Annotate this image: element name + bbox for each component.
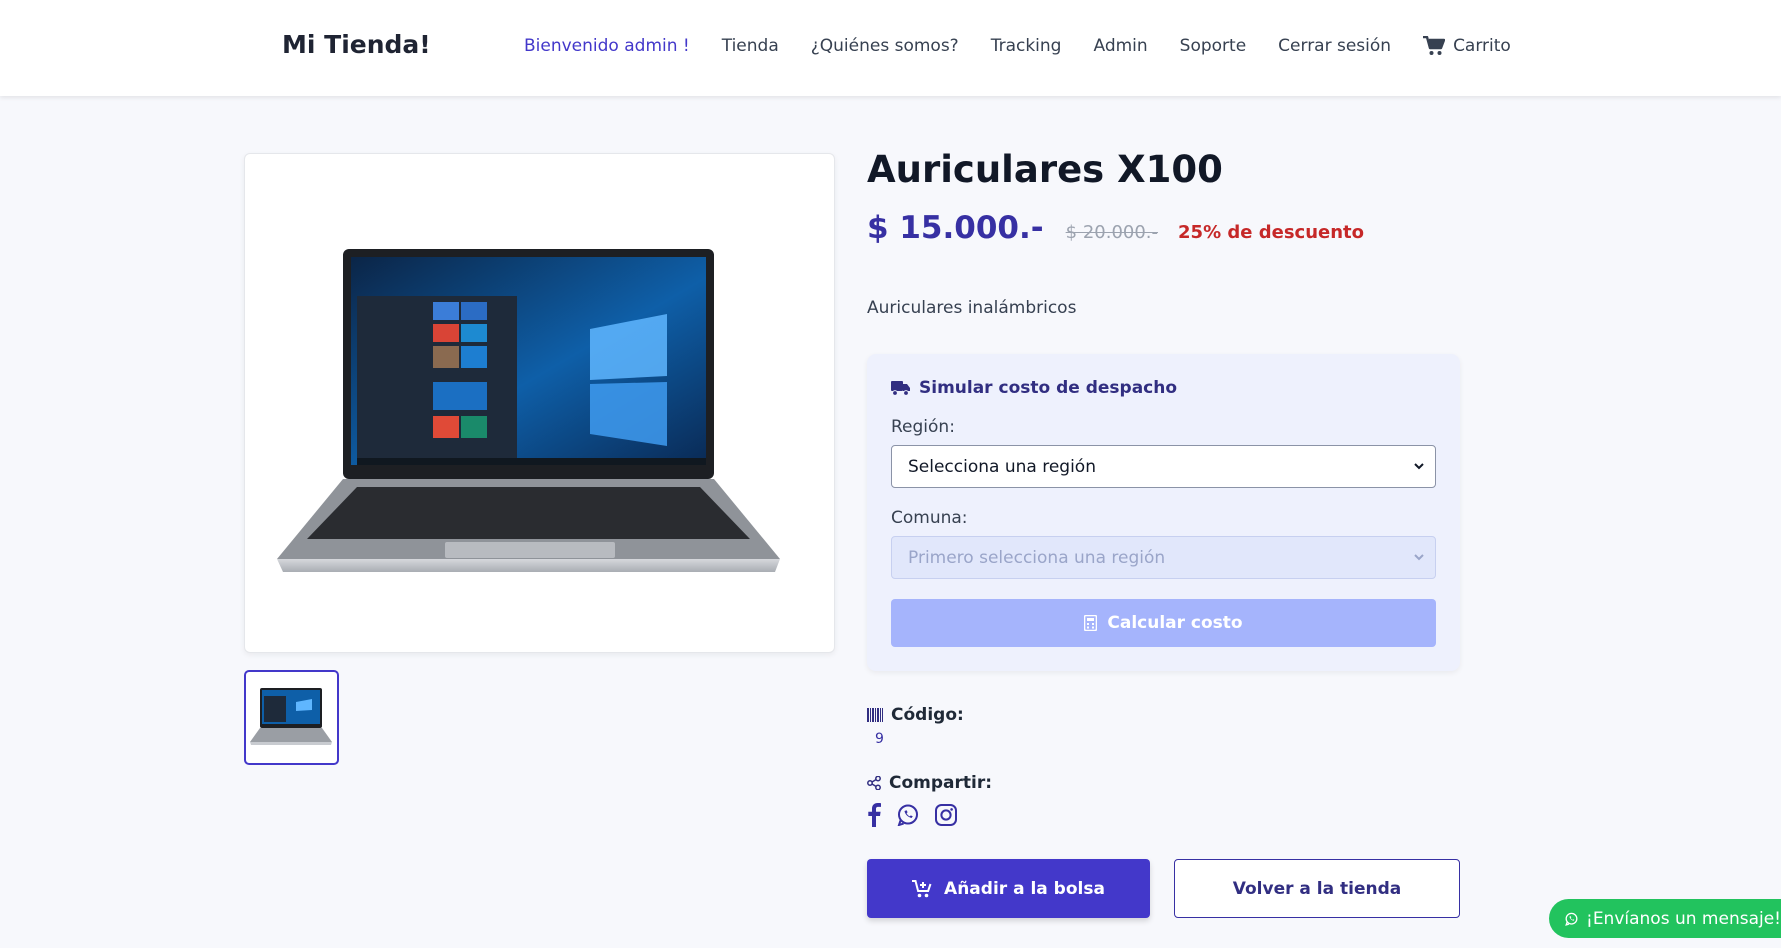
main-nav: Bienvenido admin ! Tienda ¿Quiénes somos…: [524, 36, 1543, 56]
nav-welcome[interactable]: Bienvenido admin !: [524, 36, 690, 56]
region-select[interactable]: Selecciona una región: [891, 445, 1436, 488]
nav-tracking[interactable]: Tracking: [991, 36, 1062, 56]
product-code-label: Código:: [867, 705, 964, 725]
whatsapp-chat-label: ¡Envíanos un mensaje!: [1586, 908, 1781, 929]
chevron-down-icon: [1414, 463, 1424, 470]
cart-icon: [1423, 36, 1446, 55]
add-to-bag-label: Añadir a la bolsa: [944, 878, 1105, 899]
product-code-value: 9: [875, 731, 884, 747]
share-icon: [867, 776, 881, 790]
region-select-value: Selecciona una región: [908, 456, 1096, 477]
nav-shop[interactable]: Tienda: [722, 36, 779, 56]
barcode-icon: [867, 708, 883, 722]
truck-icon: [891, 381, 910, 396]
product-price: $ 15.000.-: [867, 210, 1044, 246]
share-label-text: Compartir:: [889, 773, 993, 793]
whatsapp-chat-button[interactable]: ¡Envíanos un mensaje!: [1549, 899, 1781, 938]
commune-label: Comuna:: [891, 508, 968, 528]
whatsapp-icon: [1565, 912, 1578, 926]
product-description: Auriculares inalámbricos: [867, 298, 1077, 318]
product-old-price: $ 20.000.-: [1065, 222, 1159, 243]
region-label: Región:: [891, 417, 955, 437]
cart-plus-icon: [912, 879, 932, 897]
shipping-title-text: Simular costo de despacho: [919, 378, 1178, 398]
product-code-label-text: Código:: [891, 705, 964, 725]
add-to-bag-button[interactable]: Añadir a la bolsa: [867, 859, 1150, 918]
share-label: Compartir:: [867, 773, 992, 793]
nav-cart[interactable]: Carrito: [1423, 36, 1543, 56]
product-thumbnail[interactable]: [244, 670, 339, 765]
calculate-cost-button[interactable]: Calcular costo: [891, 599, 1436, 647]
site-header: Mi Tienda! Bienvenido admin ! Tienda ¿Qu…: [0, 0, 1781, 96]
product-image[interactable]: [244, 153, 835, 653]
commune-select-value: Primero selecciona una región: [908, 547, 1166, 568]
brand-logo[interactable]: Mi Tienda!: [282, 30, 431, 59]
chevron-down-icon: [1414, 554, 1424, 561]
nav-support[interactable]: Soporte: [1180, 36, 1247, 56]
calculator-icon: [1084, 615, 1098, 631]
whatsapp-icon: [897, 804, 918, 826]
facebook-link[interactable]: [867, 803, 881, 827]
nav-logout[interactable]: Cerrar sesión: [1278, 36, 1391, 56]
shipping-simulator: Simular costo de despacho Región: Selecc…: [867, 354, 1460, 671]
facebook-icon: [868, 803, 881, 827]
laptop-thumbnail-image: [250, 688, 332, 745]
nav-cart-label: Carrito: [1453, 36, 1511, 56]
nav-about[interactable]: ¿Quiénes somos?: [811, 36, 959, 56]
instagram-icon: [935, 804, 957, 826]
whatsapp-share-link[interactable]: [897, 804, 919, 826]
commune-select[interactable]: Primero selecciona una región: [891, 536, 1436, 579]
instagram-link[interactable]: [935, 804, 957, 826]
nav-admin[interactable]: Admin: [1093, 36, 1147, 56]
share-links: [867, 803, 973, 827]
back-to-shop-button[interactable]: Volver a la tienda: [1174, 859, 1460, 918]
back-to-shop-label: Volver a la tienda: [1232, 878, 1402, 899]
shipping-title: Simular costo de despacho: [891, 378, 1177, 398]
laptop-image: [277, 249, 780, 572]
discount-badge: 25% de descuento: [1178, 222, 1365, 243]
price-row: $ 15.000.- $ 20.000.- 25% de descuento: [867, 210, 1364, 246]
product-title: Auriculares X100: [867, 148, 1223, 191]
calculate-cost-label: Calcular costo: [1107, 613, 1243, 633]
